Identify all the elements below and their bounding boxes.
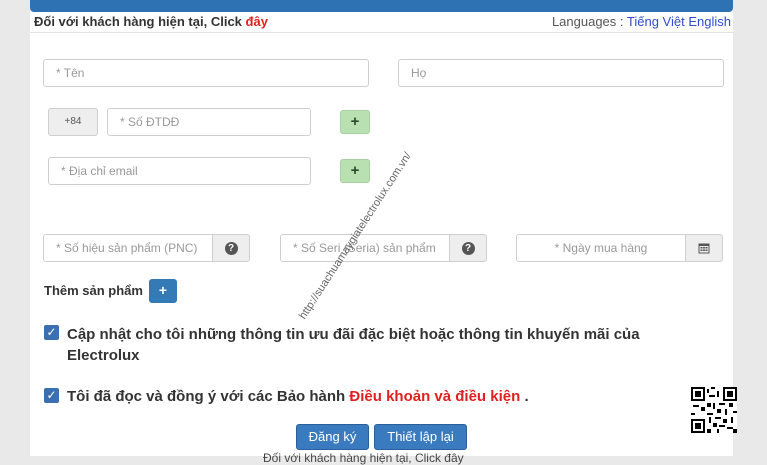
header-bar: Đối với khách hàng hiện tại, Click đây L… — [30, 12, 733, 33]
newsletter-checkbox[interactable]: ✓ — [44, 325, 59, 340]
calendar-addon[interactable] — [685, 234, 723, 262]
top-banner — [30, 0, 733, 12]
add-email-button[interactable]: + — [340, 159, 370, 183]
last-name-input[interactable]: Họ — [398, 59, 724, 87]
newsletter-label: Cập nhật cho tôi những thông tin ưu đãi … — [67, 326, 640, 364]
email-input[interactable]: * Địa chỉ email — [48, 157, 311, 185]
first-name-input[interactable]: * Tên — [43, 59, 369, 87]
country-code: +84 — [48, 108, 98, 136]
bottom-existing-customer-text: Đối với khách hàng hiện tại, Click đây — [263, 451, 464, 465]
existing-customer-link[interactable]: đây — [246, 14, 268, 29]
add-product-button[interactable]: + — [149, 279, 177, 303]
languages-label: Languages : — [551, 14, 624, 29]
terms-suffix: . — [524, 388, 529, 405]
checkmark-icon: ✓ — [46, 388, 57, 402]
question-circle-icon: ? — [461, 241, 475, 255]
existing-customer-text: Đối với khách hàng hiện tại, Click đây — [34, 14, 268, 29]
question-circle-icon: ? — [224, 241, 238, 255]
serial-help-addon[interactable]: ? — [449, 234, 487, 262]
first-name-placeholder: * Tên — [56, 66, 85, 80]
lang-english-link[interactable]: English — [688, 14, 731, 29]
qr-code-image — [691, 387, 737, 433]
add-product-label: Thêm sản phẩm — [44, 283, 143, 298]
terms-label: Tôi đã đọc và đồng ý với các Bảo hành Đi… — [67, 386, 529, 407]
add-phone-button[interactable]: + — [340, 110, 370, 134]
serial-placeholder: * Số Seri (Seria) sản phẩm — [293, 241, 436, 255]
terms-checkbox[interactable]: ✓ — [44, 388, 59, 403]
existing-customer-prefix: Đối với khách hàng hiện tại, Click — [34, 14, 242, 29]
last-name-placeholder: Họ — [411, 66, 427, 80]
purchase-date-placeholder: * Ngày mua hàng — [554, 241, 648, 255]
lang-vietnamese-link[interactable]: Tiếng Việt — [627, 14, 685, 29]
purchase-date-input[interactable]: * Ngày mua hàng — [516, 234, 686, 262]
register-button[interactable]: Đăng ký — [296, 424, 369, 450]
reset-button[interactable]: Thiết lập lại — [374, 424, 467, 450]
pnc-input[interactable]: * Số hiệu sản phẩm (PNC) — [43, 234, 213, 262]
terms-prefix: Tôi đã đọc và đồng ý với các Bảo hành — [67, 388, 346, 405]
serial-input[interactable]: * Số Seri (Seria) sản phẩm — [280, 234, 450, 262]
calendar-icon — [698, 243, 710, 254]
phone-placeholder: * Số ĐTDĐ — [120, 115, 180, 129]
terms-link[interactable]: Điều khoản và điều kiện — [349, 388, 520, 405]
phone-input[interactable]: * Số ĐTDĐ — [107, 108, 311, 136]
pnc-help-addon[interactable]: ? — [212, 234, 250, 262]
language-switcher: Languages : Tiếng Việt English — [552, 14, 731, 29]
email-placeholder: * Địa chỉ email — [61, 164, 138, 178]
checkmark-icon: ✓ — [46, 325, 57, 339]
pnc-placeholder: * Số hiệu sản phẩm (PNC) — [56, 241, 198, 255]
